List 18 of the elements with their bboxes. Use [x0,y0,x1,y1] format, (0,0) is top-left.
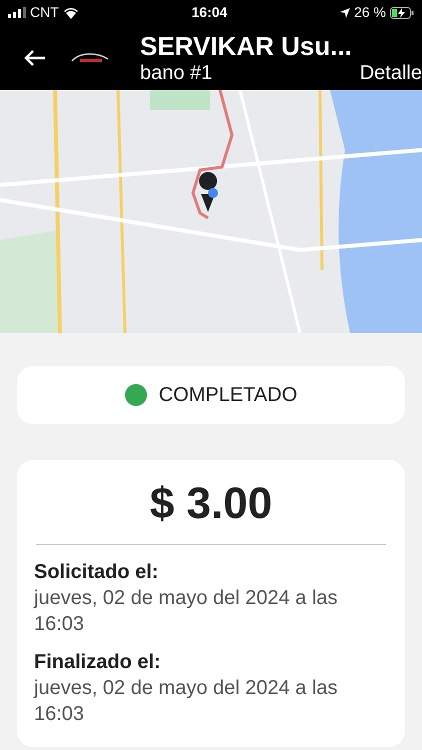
battery-charging-icon [390,6,414,18]
detail-value: jueves, 02 de mayo del 2024 a las 16:03 [34,676,339,727]
wifi-icon [62,6,79,18]
detail-value: jueves, 02 de mayo del 2024 a las 16:03 [34,586,339,637]
header-subtitle: bano #1 [140,60,212,84]
back-arrow-icon [24,48,46,66]
header-subtitle: Detalle [360,60,422,84]
battery-percent-text: 26 % [354,3,386,22]
logo-icon [70,52,110,64]
price-text: $ 3.00 [148,478,274,530]
detail-label: Finalizado el: [34,650,162,675]
status-text: COMPLETADO [158,383,298,408]
header-title: SERVIKAR Usu... [140,30,353,60]
carrier-text: CNT [30,3,59,22]
location-arrow-icon [340,8,350,18]
clock-text: 16:04 [192,3,228,22]
detail-label: Solicitado el: [34,560,160,585]
signal-icon [8,7,26,18]
